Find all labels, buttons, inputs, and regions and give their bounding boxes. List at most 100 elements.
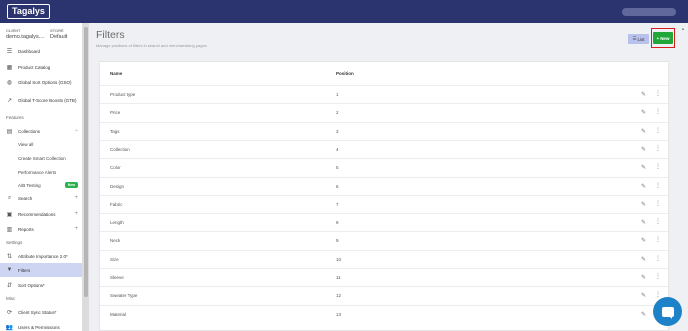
filter-position: 10	[336, 256, 342, 262]
edit-icon[interactable]: ✎	[641, 146, 646, 153]
sidebar-item-attribute-importance[interactable]: ⇅ Attribute Importance 2.0*	[0, 249, 82, 263]
more-options-icon[interactable]: ⋮	[655, 218, 661, 225]
section-settings: Settings	[6, 240, 23, 245]
filter-name: Tags	[110, 128, 120, 134]
sidebar-item-dashboard[interactable]: ☰ Dashboard	[0, 44, 82, 58]
filter-position: 1	[336, 92, 339, 97]
list-button[interactable]: ☰ List	[628, 34, 649, 44]
table-row[interactable]: Fabric 7 ✎ ⋮	[100, 194, 670, 213]
plus-icon: +	[656, 35, 660, 41]
table-row[interactable]: Sweater Type 12 ✎ ⋮	[100, 286, 670, 304]
table-row[interactable]: Color 5 ✎ ⋮	[100, 158, 670, 176]
sidebar-item-recommendations[interactable]: ▣ Recommendations +	[0, 207, 82, 221]
sidebar-item-search[interactable]: ⌕ Search +	[0, 191, 82, 205]
sidebar-sub-performance-alerts[interactable]: Performance Alerts	[0, 165, 82, 179]
table-row[interactable]: Tags 3 ✎ ⋮	[100, 121, 670, 140]
sidebar-item-gso[interactable]: ◍ Global Sort Options (GSO)	[0, 75, 82, 89]
edit-icon[interactable]: ✎	[641, 237, 646, 244]
sidebar-item-users[interactable]: 👥 Users & Permissions	[0, 320, 82, 331]
sidebar-item-gtb[interactable]: ↗ Global T-Score Boosts (GTB)	[0, 93, 82, 107]
client-value[interactable]: demo.tagalys....	[6, 34, 45, 40]
edit-icon[interactable]: ✎	[641, 91, 646, 98]
grid-icon: ▦	[6, 64, 13, 71]
sidebar-item-label: Reports	[18, 226, 34, 232]
sidebar-sub-create-smart-collection[interactable]: Create Smart Collection	[0, 151, 82, 165]
table-row[interactable]: Material13✎⋮	[100, 304, 670, 323]
more-options-icon[interactable]: ⋮	[655, 200, 661, 207]
table-row[interactable]: Length 8 ✎ ⋮	[100, 213, 670, 231]
edit-icon[interactable]: ✎	[641, 292, 646, 299]
sidebar-item-label: Dashboard	[18, 48, 41, 54]
more-options-icon[interactable]: ⋮	[655, 182, 661, 189]
sidebar-item-label: Global Sort Options (GSO)	[18, 79, 72, 85]
more-options-icon[interactable]: ⋮	[655, 291, 661, 298]
edit-icon[interactable]: ✎	[641, 109, 646, 116]
more-options-icon[interactable]: ⋮	[655, 108, 661, 115]
expand-icon[interactable]: +	[74, 211, 78, 217]
page-title: Filters	[96, 29, 125, 41]
sidebar-item-reports[interactable]: ▥ Reports +	[0, 222, 82, 236]
main-scrollbar[interactable]: ▲	[680, 23, 688, 331]
sidebar-item-label: Users & Permissions	[18, 324, 60, 330]
edit-icon[interactable]: ✎	[641, 219, 646, 226]
edit-icon[interactable]: ✎	[641, 164, 646, 171]
more-options-icon[interactable]: ⋮	[655, 236, 661, 243]
filter-position: 9	[336, 238, 339, 244]
edit-icon[interactable]: ✎	[641, 128, 646, 135]
filter-name: Collection	[110, 146, 130, 152]
filter-name: Design	[110, 183, 125, 189]
sidebar-item-label: Filters	[18, 267, 31, 273]
table-row[interactable]: Sleeve 11 ✎ ⋮	[100, 268, 670, 286]
filter-name: Price	[110, 110, 121, 116]
trend-icon: ↗	[6, 97, 13, 104]
user-menu[interactable]	[622, 8, 676, 16]
list-icon: ☰	[6, 48, 13, 55]
sidebar-item-filters[interactable]: ▼ Filters	[0, 263, 82, 277]
table-row[interactable]: Price 2 ✎ ⋮	[100, 103, 670, 121]
sidebar-item-label: Client Sync Status*	[18, 309, 57, 315]
table-row[interactable]: Neck 9 ✎ ⋮	[100, 231, 670, 249]
filter-name: Sweater Type	[110, 293, 138, 299]
more-options-icon[interactable]: ⋮	[655, 255, 661, 262]
edit-icon[interactable]: ✎	[641, 183, 646, 190]
sidebar-item-sort-options[interactable]: ⇵ Sort Options*	[0, 278, 82, 292]
sidebar: CLIENT demo.tagalys.... STORE Default ☰ D…	[0, 23, 83, 331]
sidebar-item-client-sync[interactable]: ⟳ Client Sync Status*	[0, 305, 82, 319]
collection-icon: ▤	[6, 128, 13, 135]
more-options-icon[interactable]: ⋮	[655, 145, 661, 152]
filter-position: 4	[336, 146, 339, 152]
chat-button[interactable]	[653, 297, 682, 326]
collapse-icon[interactable]: −	[74, 128, 78, 134]
sidebar-item-label: View all	[18, 141, 34, 147]
expand-icon[interactable]: +	[74, 195, 78, 201]
sidebar-item-product-catalog[interactable]: ▦ Product Catalog	[0, 60, 82, 74]
section-misc: Misc	[6, 296, 16, 301]
edit-icon[interactable]: ✎	[641, 311, 646, 318]
client-label: CLIENT	[6, 28, 21, 33]
more-options-icon[interactable]: ⋮	[655, 273, 661, 280]
filter-name: Size	[110, 256, 119, 262]
table-row[interactable]: Size 10 ✎ ⋮	[100, 249, 670, 268]
expand-icon[interactable]: +	[74, 226, 78, 232]
new-button[interactable]: + New	[653, 32, 673, 44]
more-options-icon[interactable]: ⋮	[655, 127, 661, 134]
table-row[interactable]: Design 6 ✎ ⋮	[100, 176, 670, 195]
edit-icon[interactable]: ✎	[641, 201, 646, 208]
tagalys-logo[interactable]: Tagalys	[7, 4, 50, 19]
store-value[interactable]: Default	[50, 34, 67, 40]
edit-icon[interactable]: ✎	[641, 274, 646, 281]
more-options-icon[interactable]: ⋮	[655, 163, 661, 170]
store-label: STORE	[50, 28, 64, 33]
sidebar-sub-view-all[interactable]: View all	[0, 137, 82, 151]
sidebar-sub-ab-testing[interactable]: A/B Testing New	[0, 178, 82, 192]
more-options-icon[interactable]: ⋮	[655, 90, 661, 97]
sidebar-item-label: Collections	[18, 128, 41, 134]
sidebar-scroll-thumb[interactable]	[84, 27, 88, 297]
edit-icon[interactable]: ✎	[641, 256, 646, 263]
table-row[interactable]: Collection 4 ✎ ⋮	[100, 139, 670, 158]
scroll-up-icon[interactable]: ▲	[681, 26, 685, 31]
sidebar-item-collections[interactable]: ▤ Collections −	[0, 124, 82, 138]
table-row[interactable]: Product type 1 ✎ ⋮	[100, 85, 670, 103]
sidebar-item-label: Global T-Score Boosts (GTB)	[18, 97, 77, 103]
sync-icon: ⟳	[6, 309, 13, 316]
